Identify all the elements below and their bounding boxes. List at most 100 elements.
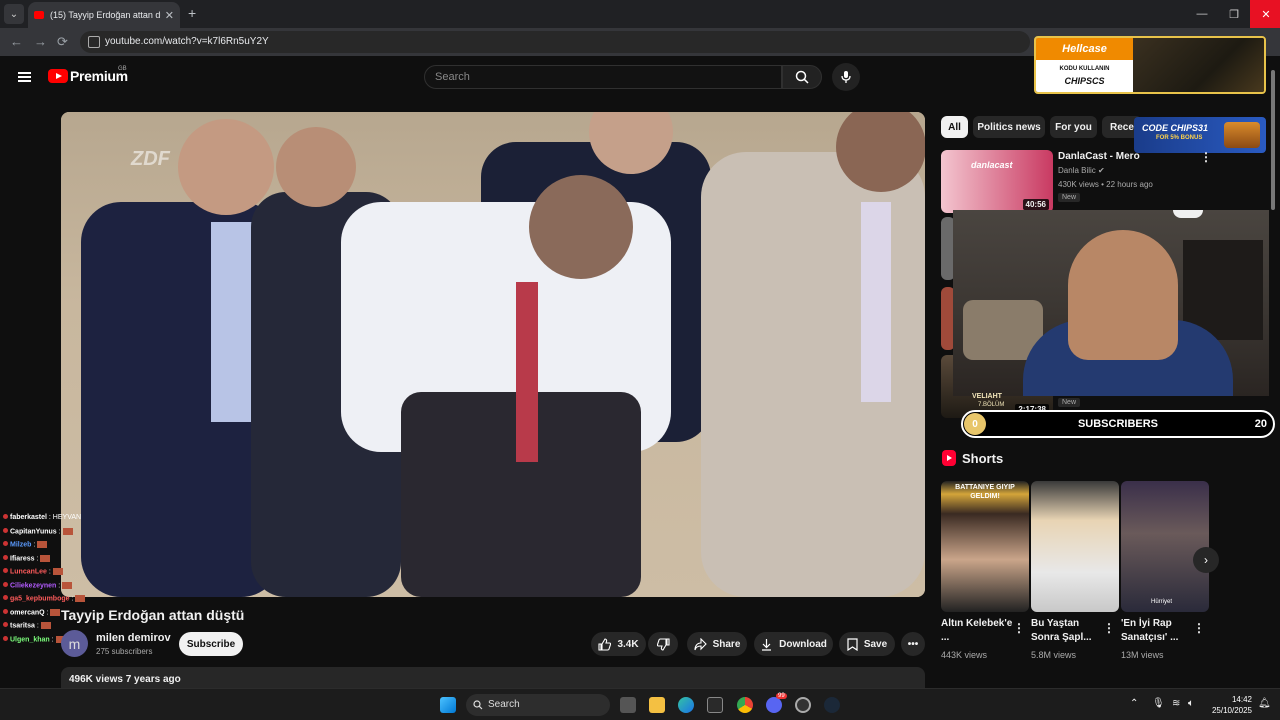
download-button[interactable]: Download (754, 632, 833, 656)
share-button[interactable]: Share (687, 632, 747, 656)
like-button[interactable]: 3.4K (591, 632, 646, 656)
lootbox-ad-banner[interactable]: CODE CHIPS31 FOR 5% BONUS (1134, 117, 1266, 153)
subscriber-goal-label: SUBSCRIBERS (1077, 418, 1159, 430)
notification-bell-icon[interactable]: 🔔︎ (1258, 698, 1271, 709)
search-input[interactable]: Search (424, 65, 782, 89)
thumbs-up-icon (598, 637, 612, 651)
chip-all[interactable]: All (941, 116, 968, 138)
url-field[interactable]: youtube.com/watch?v=k7l6Rn5uY2Y (80, 31, 1030, 53)
back-arrow-icon[interactable]: ← (10, 34, 23, 49)
chevron-right-icon: › (1204, 553, 1208, 567)
search-button[interactable] (782, 65, 822, 89)
store-icon[interactable] (707, 697, 723, 713)
obs-icon[interactable] (795, 697, 811, 713)
veliaht-episode: 7.BÖLÜM (978, 402, 1005, 408)
task-view-icon[interactable] (620, 697, 636, 713)
menu-icon[interactable] (18, 72, 31, 82)
chip-politics-news[interactable]: Politics news (973, 116, 1045, 138)
streamer-webcam-overlay (953, 210, 1269, 396)
reload-icon[interactable]: ⟳ (57, 34, 68, 50)
hellcase-ad-banner[interactable]: Hellcase KODU KULLANIN CHIPSCS (1034, 36, 1266, 94)
recommended-channel[interactable]: Danla Bilic ✔ (1058, 166, 1105, 175)
download-icon (762, 638, 772, 651)
chat-message: faberkastel : HEYVAN (3, 514, 81, 521)
file-explorer-icon[interactable] (649, 697, 665, 713)
volume-icon[interactable]: 🔈︎ (1188, 698, 1194, 709)
share-icon (694, 637, 707, 650)
recommended-title[interactable]: DanlaCast - Mero (1058, 151, 1140, 162)
discord-badge: 99 (776, 693, 787, 699)
page-scrollbar[interactable] (1270, 60, 1276, 688)
edge-browser-icon[interactable] (678, 697, 694, 713)
minimize-button[interactable]: — (1186, 0, 1218, 28)
more-vertical-icon[interactable]: ⋮ (1013, 621, 1025, 635)
channel-avatar[interactable]: m (61, 630, 88, 657)
subscriber-goal-target: 20 (1254, 418, 1267, 430)
windows-taskbar: Search 99 ⌃ 🎙︎ ≋ 🔈︎ 14:42 25/10/2025 🔔︎ (0, 688, 1280, 720)
ceiling-lamp (1173, 210, 1203, 218)
search-icon (473, 700, 483, 710)
steam-icon[interactable] (824, 697, 840, 713)
thumbs-down-icon (656, 637, 670, 651)
clock-date: 25/10/2025 (1211, 706, 1252, 715)
taskbar-search[interactable]: Search (466, 694, 610, 716)
chat-badge-icon (3, 527, 8, 533)
more-vertical-icon[interactable]: ⋮ (1193, 621, 1205, 635)
shorts-next-button[interactable]: › (1193, 547, 1219, 573)
new-tab-button[interactable]: + (188, 5, 196, 21)
save-button[interactable]: Save (839, 632, 895, 656)
short-title-2[interactable]: Bu Yaştan Sonra Şapl... (1031, 617, 1107, 645)
short-title-3[interactable]: 'En İyi Rap Sanatçısı' ... (1121, 617, 1197, 645)
chat-username: Milzeb (10, 541, 34, 549)
subscribe-button[interactable]: Subscribe (179, 632, 243, 656)
window-close-button[interactable]: ✕ (1250, 0, 1280, 28)
chat-message: Ulgen_khan : (3, 635, 69, 643)
short-title-1[interactable]: Altın Kelebek'e ... (941, 617, 1017, 645)
short-thumbnail-2[interactable] (1031, 481, 1119, 612)
recommended-channel-name: Danla Bilic (1058, 166, 1096, 175)
description-box[interactable]: 496K views 7 years ago (61, 667, 925, 689)
tab-search-menu-button[interactable]: ⌄ (4, 4, 24, 24)
windows-start-icon[interactable] (440, 697, 456, 713)
chat-badge-icon (3, 568, 8, 574)
new-badge: New (1058, 193, 1081, 202)
hellcase-ad-panel: Hellcase KODU KULLANIN CHIPSCS (1036, 38, 1133, 92)
chat-text: : HEYVAN (48, 514, 82, 521)
more-actions-button[interactable]: ••• (901, 632, 925, 656)
lootbox-code: CODE CHIPS31 (1142, 123, 1209, 133)
restore-button[interactable]: ❐ (1218, 0, 1250, 28)
hellcase-ad-line1: KODU KULLANIN (1059, 66, 1110, 72)
short-views-3: 13M views (1121, 650, 1164, 660)
taskbar-clock[interactable]: 14:42 25/10/2025 (1208, 694, 1252, 716)
more-vertical-icon[interactable]: ⋮ (1200, 150, 1212, 164)
browser-tab[interactable]: (15) Tayyip Erdoğan attan düştü ✕ (28, 2, 180, 28)
channel-name[interactable]: milen demirov (96, 632, 171, 644)
tab-close-icon[interactable]: ✕ (165, 9, 174, 22)
streamer-face (1068, 230, 1178, 360)
microphone-tray-icon[interactable]: 🎙︎ (1152, 698, 1165, 709)
chat-username: ga5_kepbumboge (10, 595, 72, 603)
scrollbar-thumb[interactable] (1271, 70, 1275, 210)
recommended-meta: 430K views • 22 hours ago (1058, 180, 1153, 189)
taskbar-search-label: Search (488, 699, 520, 710)
recommended-thumbnail[interactable]: danlacast 40:56 (941, 150, 1053, 213)
youtube-logo-icon[interactable] (48, 69, 68, 83)
verified-check-icon: ✔ (1098, 166, 1105, 175)
wifi-icon[interactable]: ≋ (1172, 698, 1180, 709)
shorts-heading: Shorts (962, 451, 1004, 466)
chip-for-you[interactable]: For you (1050, 116, 1097, 138)
dislike-button[interactable] (648, 632, 678, 656)
short-thumbnail-3[interactable]: Hürriyet (1121, 481, 1209, 612)
zdf-watermark: ZDF (131, 148, 170, 170)
chat-username: CapitanYunus (10, 527, 59, 535)
tray-chevron-up-icon[interactable]: ⌃ (1130, 698, 1138, 709)
more-vertical-icon[interactable]: ⋮ (1103, 621, 1115, 635)
forward-arrow-icon[interactable]: → (34, 34, 47, 49)
short-thumbnail-1[interactable]: BATTANIYE GIYIP GELDIM! (941, 481, 1029, 612)
site-info-icon[interactable] (88, 36, 100, 48)
discord-icon[interactable] (766, 697, 782, 713)
chrome-icon[interactable] (737, 697, 753, 713)
short-views-1: 443K views (941, 650, 988, 660)
voice-search-button[interactable] (832, 63, 860, 91)
chat-emote-icon (40, 622, 51, 629)
